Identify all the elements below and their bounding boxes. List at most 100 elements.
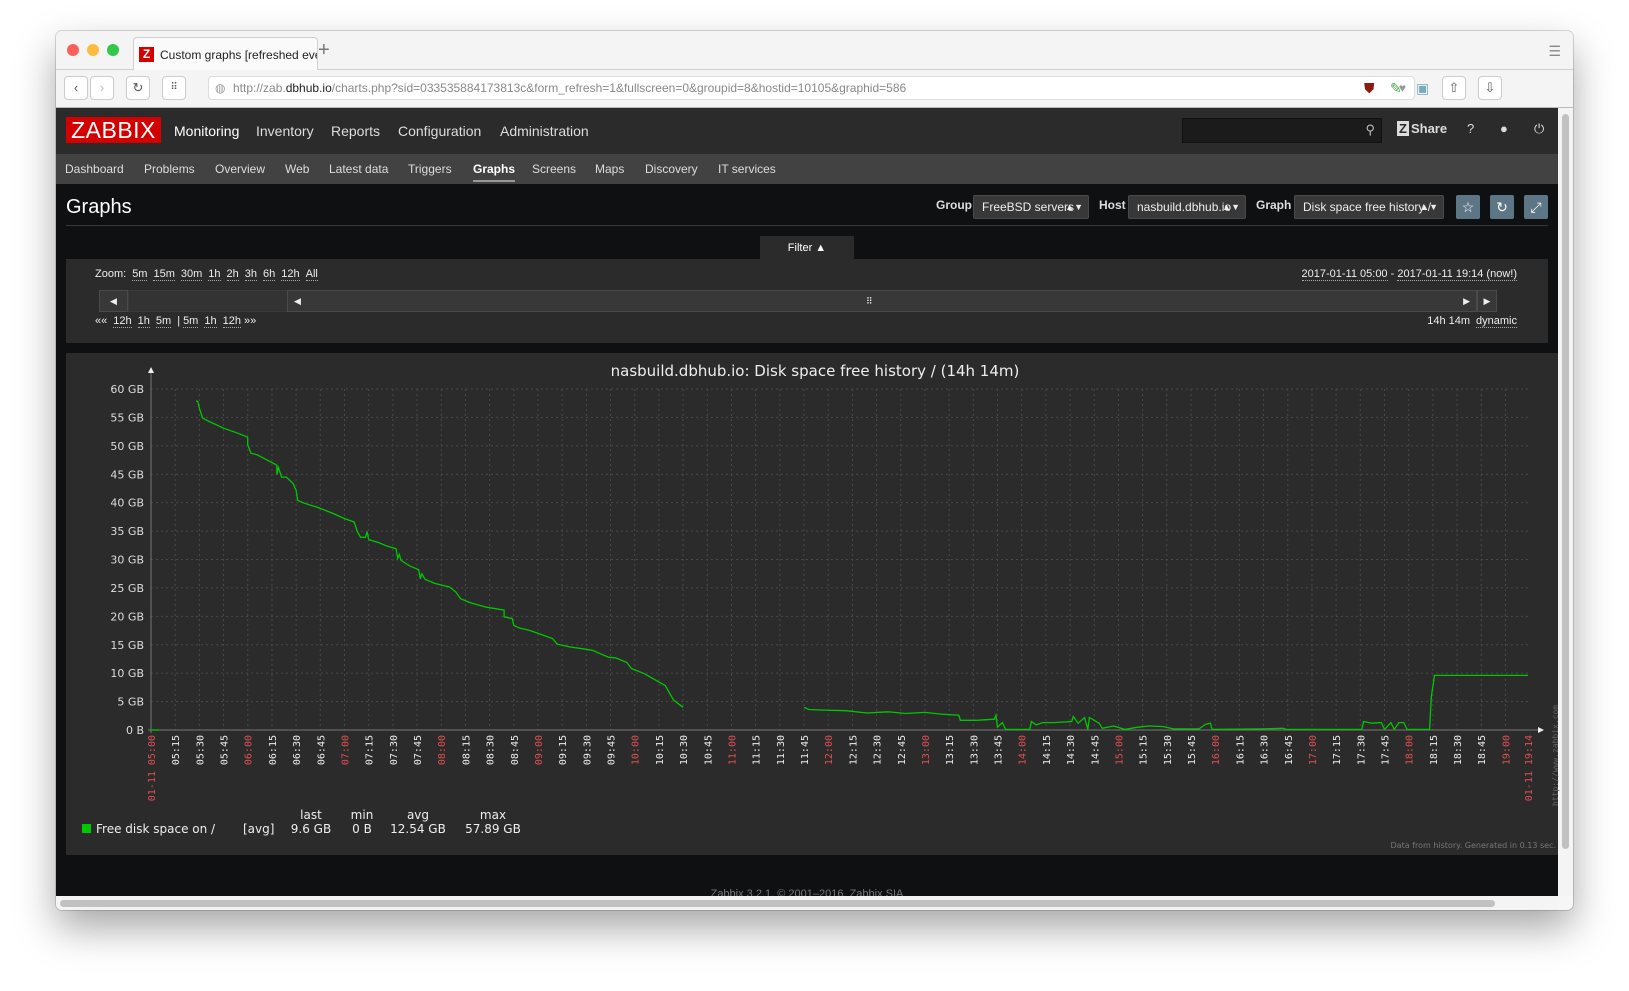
- share-icon[interactable]: ⇧: [1442, 76, 1466, 100]
- period-from[interactable]: 2017-01-11 05:00: [1301, 268, 1388, 281]
- nav-fwd-1h[interactable]: 1h: [204, 315, 217, 328]
- top-nav: ZABBIX Monitoring Inventory Reports Conf…: [56, 108, 1558, 154]
- nav-separator: |: [177, 315, 181, 327]
- subnav-latest-data[interactable]: Latest data: [329, 162, 388, 176]
- vertical-scrollbar[interactable]: [1558, 108, 1573, 896]
- graph-panel: [66, 353, 1558, 855]
- handle-right-arrow-icon[interactable]: ▶: [1463, 291, 1470, 311]
- close-window-button[interactable]: [67, 44, 79, 56]
- extension-badge-icon[interactable]: ✎: [1390, 80, 1402, 97]
- zoom-12h[interactable]: 12h: [281, 268, 300, 281]
- help-icon[interactable]: ?: [1467, 121, 1474, 136]
- site-info-icon[interactable]: ◍: [215, 77, 225, 99]
- subnav-triggers[interactable]: Triggers: [408, 162, 452, 176]
- host-select[interactable]: nasbuild.dbhub.io ▲▼: [1128, 195, 1246, 219]
- timeline-scrollbar-handle[interactable]: ◀ ⠿ ▶: [287, 290, 1477, 312]
- s-extension-icon[interactable]: ▣: [1416, 80, 1429, 97]
- nav-back-5m[interactable]: 5m: [155, 315, 172, 328]
- subnav-graphs[interactable]: Graphs: [473, 162, 516, 182]
- ublock-icon[interactable]: ⛊: [1364, 80, 1375, 97]
- nav-back-12h[interactable]: 12h: [113, 315, 132, 328]
- share-link[interactable]: Z Share: [1397, 121, 1447, 136]
- zoom-2h[interactable]: 2h: [226, 268, 239, 281]
- subnav-screens[interactable]: Screens: [532, 162, 576, 176]
- tab-overview-icon[interactable]: ☰: [1548, 43, 1561, 60]
- address-bar[interactable]: ◍ http://zab.dbhub.io/charts.php?sid=033…: [208, 76, 1415, 100]
- forward-button[interactable]: ›: [90, 76, 114, 100]
- select-arrows-icon: ▲▼: [1065, 202, 1083, 212]
- graph-select[interactable]: Disk space free history / ▲▼: [1294, 195, 1444, 219]
- nav-back-icon[interactable]: ««: [95, 315, 107, 327]
- zoom-6h[interactable]: 6h: [263, 268, 276, 281]
- page-footer: Zabbix 3.2.1. © 2001–2016, Zabbix SIA: [710, 888, 904, 896]
- title-divider: [66, 225, 1548, 226]
- zoom-15m[interactable]: 15m: [153, 268, 175, 281]
- group-select[interactable]: FreeBSD servers ▲▼: [973, 195, 1089, 219]
- search-input[interactable]: ⚲: [1182, 118, 1382, 143]
- subnav-problems[interactable]: Problems: [144, 162, 195, 176]
- sign-out-icon[interactable]: ⏻: [1534, 121, 1544, 137]
- period-to[interactable]: 2017-01-11 19:14 (now!): [1397, 268, 1517, 281]
- back-button[interactable]: ‹: [64, 76, 88, 100]
- browser-window: Z Custom graphs [refreshed every + ☰ ‹ ›…: [56, 31, 1573, 910]
- user-profile-icon[interactable]: ●: [1500, 121, 1508, 136]
- graph-value: Disk space free history /: [1303, 200, 1432, 214]
- download-icon[interactable]: ⇩: [1478, 76, 1502, 100]
- timeline-track[interactable]: [128, 290, 298, 312]
- apps-grid-icon[interactable]: ⠿: [162, 76, 186, 100]
- nav-forward-icon[interactable]: »»: [244, 315, 256, 327]
- search-icon[interactable]: ⚲: [1365, 122, 1375, 138]
- browser-toolbar: ‹ › ↻ ⠿ ◍ http://zab.dbhub.io/charts.php…: [56, 70, 1573, 108]
- nav-fwd-12h[interactable]: 12h: [222, 315, 241, 328]
- zoom-row: Zoom: 5m 15m 30m 1h 2h 3h 6h 12h All: [95, 268, 318, 281]
- refresh-button[interactable]: ↻: [1490, 195, 1514, 219]
- period-row: 14h 14m dynamic: [1427, 315, 1517, 328]
- subnav-overview[interactable]: Overview: [215, 162, 265, 176]
- nav-fwd-5m[interactable]: 5m: [183, 315, 199, 328]
- add-to-favourites-button[interactable]: ☆: [1456, 195, 1480, 219]
- menu-inventory[interactable]: Inventory: [256, 123, 314, 139]
- zoom-3h[interactable]: 3h: [244, 268, 258, 281]
- zoom-1h[interactable]: 1h: [208, 268, 221, 281]
- minimize-window-button[interactable]: [87, 44, 99, 56]
- zoom-5m[interactable]: 5m: [132, 268, 148, 281]
- fullscreen-button[interactable]: ⤢: [1524, 195, 1548, 219]
- group-value: FreeBSD servers: [982, 200, 1075, 214]
- drag-handle-icon[interactable]: ⠿: [866, 291, 873, 311]
- menu-reports[interactable]: Reports: [331, 123, 380, 139]
- zabbix-app: ZABBIX Monitoring Inventory Reports Conf…: [56, 108, 1558, 896]
- nav-back-1h[interactable]: 1h: [137, 315, 150, 328]
- zoom-30m[interactable]: 30m: [180, 268, 203, 281]
- zoom-window-button[interactable]: [107, 44, 119, 56]
- browser-tab[interactable]: Z Custom graphs [refreshed every: [133, 37, 318, 71]
- url-prefix: http://zab.: [233, 81, 286, 95]
- period-length: 14h 14m: [1427, 315, 1471, 327]
- dynamic-toggle[interactable]: dynamic: [1476, 315, 1517, 328]
- zoom-label: Zoom:: [95, 268, 127, 280]
- subnav-dashboard[interactable]: Dashboard: [65, 162, 124, 176]
- url-path: /charts.php?sid=033535884173813c&form_re…: [331, 81, 907, 95]
- subnav-maps[interactable]: Maps: [595, 162, 624, 176]
- subnav-it-services[interactable]: IT services: [718, 162, 776, 176]
- menu-monitoring[interactable]: Monitoring: [174, 123, 239, 139]
- scroll-left-button[interactable]: ◀: [99, 290, 128, 312]
- select-arrows-icon: ▲▼: [1420, 202, 1438, 212]
- scroll-right-button[interactable]: ▶: [1477, 290, 1497, 312]
- zabbix-logo[interactable]: ZABBIX: [66, 117, 161, 143]
- filter-toggle[interactable]: Filter ▲: [760, 236, 854, 259]
- time-range: 2017-01-11 05:00 - 2017-01-11 19:14 (now…: [1301, 268, 1517, 281]
- subnav-discovery[interactable]: Discovery: [645, 162, 698, 176]
- navigation-row: «« 12h 1h 5m | 5m 1h 12h »»: [95, 315, 256, 328]
- host-label: Host: [1099, 198, 1126, 212]
- horizontal-scroll-thumb[interactable]: [60, 900, 1495, 907]
- new-tab-button[interactable]: +: [318, 39, 330, 62]
- horizontal-scrollbar[interactable]: [56, 896, 1558, 910]
- vertical-scroll-thumb[interactable]: [1562, 114, 1569, 849]
- zoom-all[interactable]: All: [305, 268, 318, 281]
- subnav-web[interactable]: Web: [285, 162, 309, 176]
- refresh-icon: ↻: [1496, 199, 1508, 215]
- menu-administration[interactable]: Administration: [500, 123, 589, 139]
- menu-configuration[interactable]: Configuration: [398, 123, 481, 139]
- graph-label: Graph: [1256, 198, 1292, 212]
- reload-button[interactable]: ↻: [126, 76, 150, 100]
